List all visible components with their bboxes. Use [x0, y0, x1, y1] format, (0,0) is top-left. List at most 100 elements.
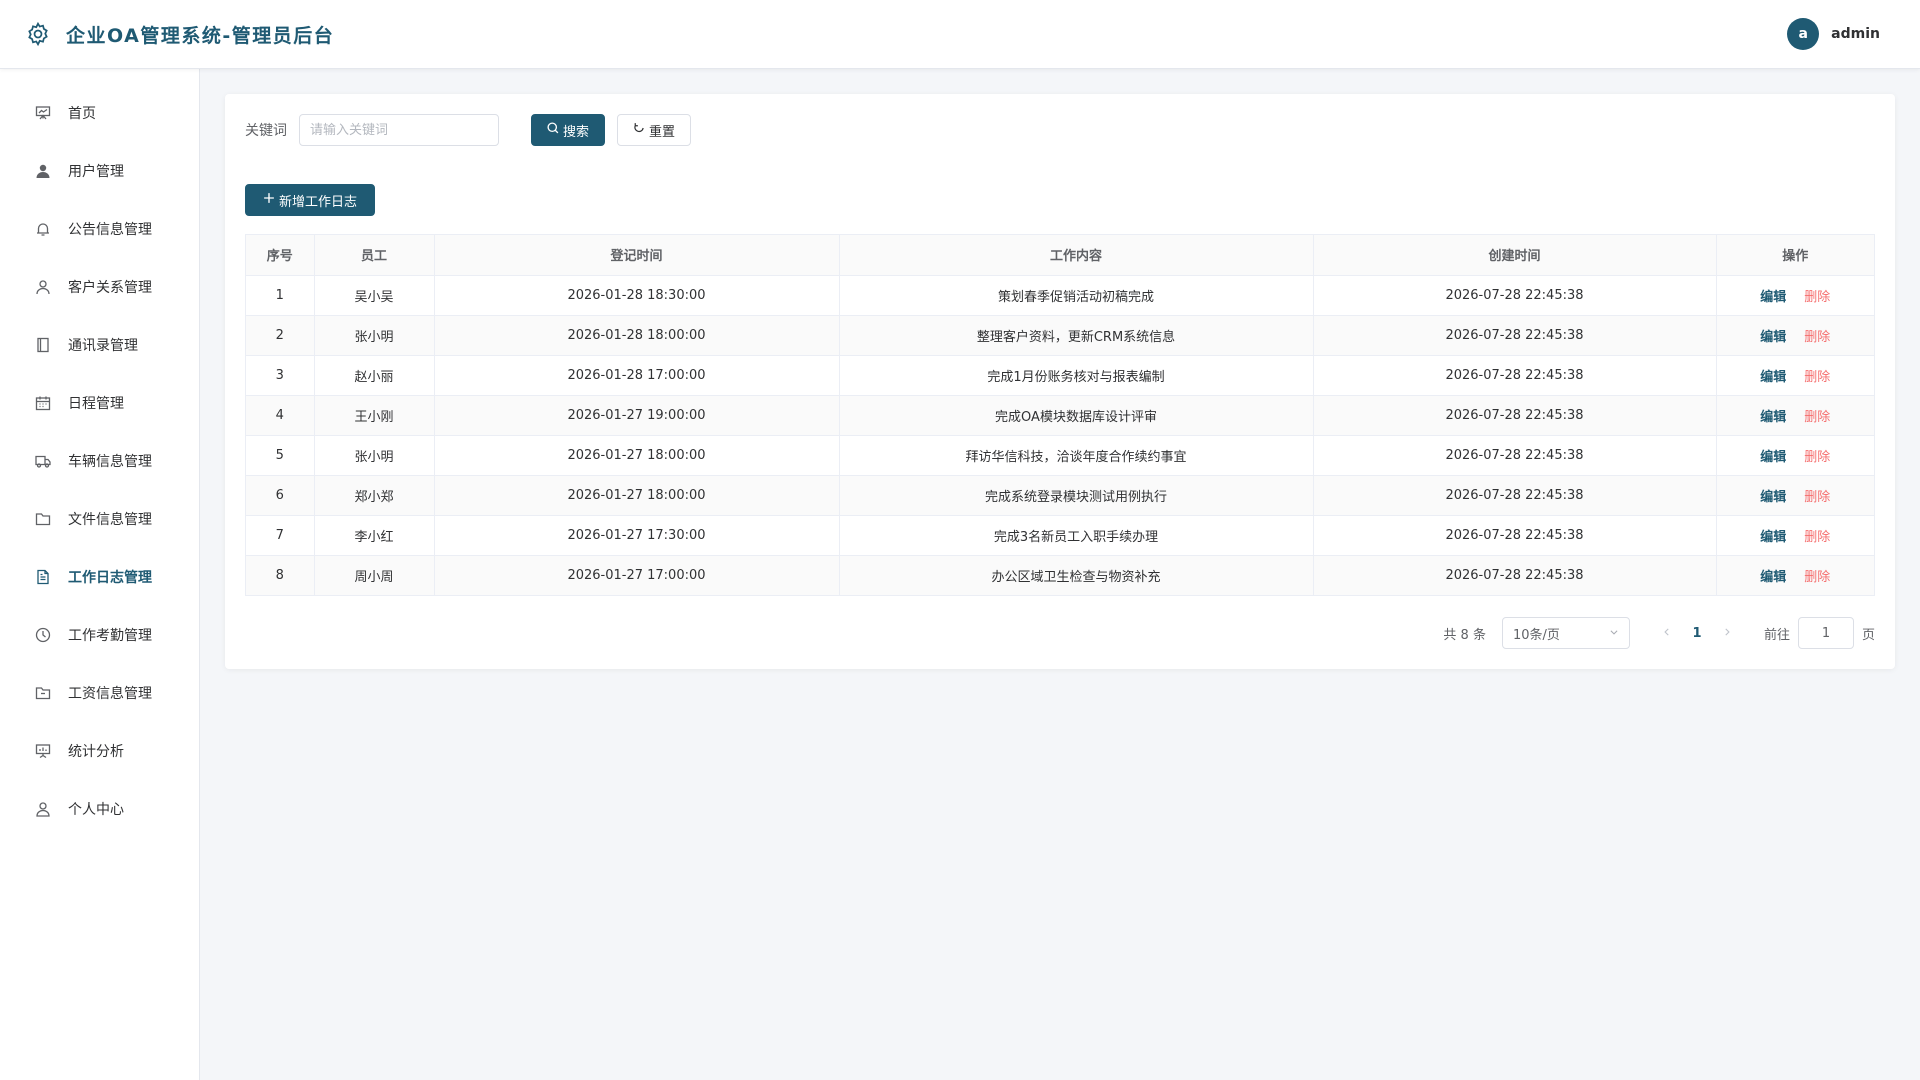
cell-content: 完成系统登录模块测试用例执行 — [839, 475, 1314, 516]
delete-button[interactable]: 删除 — [1804, 530, 1830, 545]
sidebar-item-vehicles[interactable]: 车辆信息管理 — [0, 432, 199, 490]
table-row: 1 吴小吴 2026-01-28 18:30:00 策划春季促销活动初稿完成 2026-… — [246, 275, 1874, 316]
cell-employee: 周小周 — [314, 555, 435, 595]
cell-index: 5 — [246, 435, 315, 476]
table-body: 1 吴小吴 2026-01-28 18:30:00 策划春季促销活动初稿完成 2026-… — [246, 275, 1874, 595]
sidebar-item-users[interactable]: 用户管理 — [0, 142, 199, 200]
reset-button-label: 重置 — [648, 124, 675, 140]
table-header-row: 序号 员工 登记时间 工作内容 创建时间 操作 — [246, 235, 1874, 276]
page-unit-label: 页 — [1861, 627, 1875, 643]
sidebar-item-label: 文件信息管理 — [68, 512, 152, 528]
search-button[interactable]: 搜索 — [531, 114, 605, 146]
cell-employee: 李小红 — [314, 515, 435, 556]
plus-icon — [263, 192, 275, 208]
goto-page-input[interactable] — [1797, 617, 1854, 649]
delete-button[interactable]: 删除 — [1804, 330, 1830, 345]
cell-created: 2026-07-28 22:45:38 — [1313, 355, 1717, 396]
edit-button[interactable]: 编辑 — [1760, 570, 1786, 585]
sidebar-item-label: 车辆信息管理 — [68, 454, 152, 470]
cell-content: 策划春季促销活动初稿完成 — [839, 275, 1314, 316]
delete-button[interactable]: 删除 — [1804, 490, 1830, 505]
cell-actions: 编辑 删除 — [1716, 395, 1874, 436]
edit-button[interactable]: 编辑 — [1760, 330, 1786, 345]
sidebar-item-label: 统计分析 — [68, 744, 124, 760]
sidebar-item-home[interactable]: 首页 — [0, 84, 199, 142]
sidebar-item-worklogs[interactable]: 工作日志管理 — [0, 548, 199, 606]
cell-created: 2026-07-28 22:45:38 — [1313, 475, 1717, 516]
user-name[interactable]: admin — [1831, 26, 1880, 42]
cell-created: 2026-07-28 22:45:38 — [1313, 515, 1717, 556]
edit-button[interactable]: 编辑 — [1760, 290, 1786, 305]
pagination-total: 共 8 条 — [1443, 627, 1486, 643]
cell-register-time: 2026-01-28 18:00:00 — [434, 315, 840, 356]
edit-button[interactable]: 编辑 — [1760, 370, 1786, 385]
column-header-content: 工作内容 — [839, 235, 1314, 276]
pagination: 共 8 条 10条/页 1 前往 页 — [1443, 617, 1875, 649]
cell-actions: 编辑 删除 — [1716, 555, 1874, 595]
sidebar-item-contacts[interactable]: 通讯录管理 — [0, 316, 199, 374]
cell-employee: 郑小郑 — [314, 475, 435, 516]
gear-icon — [24, 20, 52, 48]
sidebar-item-label: 工资信息管理 — [68, 686, 152, 702]
cell-index: 4 — [246, 395, 315, 436]
sidebar-item-schedule[interactable]: 日程管理 — [0, 374, 199, 432]
user-menu[interactable]: a admin — [1787, 18, 1896, 50]
app-title: 企业OA管理系统-管理员后台 — [66, 24, 335, 47]
sidebar-item-customers[interactable]: 客户关系管理 — [0, 258, 199, 316]
sidebar-item-files[interactable]: 文件信息管理 — [0, 490, 199, 548]
chevron-right-icon — [1725, 627, 1730, 636]
sidebar-item-label: 公告信息管理 — [68, 222, 152, 238]
column-header-index: 序号 — [246, 235, 315, 276]
cell-employee: 赵小丽 — [314, 355, 435, 396]
edit-button[interactable]: 编辑 — [1760, 530, 1786, 545]
prev-page-button[interactable] — [1652, 626, 1682, 641]
page-number-current[interactable]: 1 — [1682, 626, 1712, 641]
avatar[interactable]: a — [1787, 18, 1820, 50]
search-icon — [547, 122, 559, 138]
reset-button[interactable]: 重置 — [617, 114, 691, 146]
cell-index: 8 — [246, 555, 315, 595]
cell-content: 完成1月份账务核对与报表编制 — [839, 355, 1314, 396]
calendar-icon — [34, 394, 52, 412]
table-row: 7 李小红 2026-01-27 17:30:00 完成3名新员工入职手续办理 2026… — [246, 515, 1874, 556]
delete-button[interactable]: 删除 — [1804, 290, 1830, 305]
chart-board-icon — [34, 742, 52, 760]
page-size-select[interactable]: 10条/页 — [1501, 617, 1630, 649]
cell-register-time: 2026-01-27 18:00:00 — [434, 435, 840, 476]
edit-button[interactable]: 编辑 — [1760, 410, 1786, 425]
table-row: 2 张小明 2026-01-28 18:00:00 整理客户资料，更新CRM系统信息 2… — [246, 315, 1874, 356]
delete-button[interactable]: 删除 — [1804, 570, 1830, 585]
clock-icon — [34, 626, 52, 644]
sidebar-item-profile[interactable]: 个人中心 — [0, 780, 199, 838]
table-row: 5 张小明 2026-01-27 18:00:00 拜访华信科技，洽谈年度合作续约事宜… — [246, 435, 1874, 476]
delete-button[interactable]: 删除 — [1804, 410, 1830, 425]
table-row: 8 周小周 2026-01-27 17:00:00 办公区域卫生检查与物资补充 2026… — [246, 555, 1874, 595]
cell-employee: 吴小吴 — [314, 275, 435, 316]
sidebar-item-salary[interactable]: 工资信息管理 — [0, 664, 199, 722]
cell-register-time: 2026-01-27 17:30:00 — [434, 515, 840, 556]
folder-opened-icon — [34, 684, 52, 702]
add-worklog-label: 新增工作日志 — [278, 194, 357, 210]
cell-employee: 张小明 — [314, 315, 435, 356]
sidebar-item-label: 工作日志管理 — [68, 570, 152, 586]
sidebar-item-notices[interactable]: 公告信息管理 — [0, 200, 199, 258]
goto-label: 前往 — [1763, 627, 1790, 643]
sidebar-item-statistics[interactable]: 统计分析 — [0, 722, 199, 780]
keyword-input[interactable] — [299, 114, 499, 146]
user-profile-icon — [34, 800, 52, 818]
user-outline-icon — [34, 278, 52, 296]
table-row: 6 郑小郑 2026-01-27 18:00:00 完成系统登录模块测试用例执行 202… — [246, 475, 1874, 516]
cell-register-time: 2026-01-27 19:00:00 — [434, 395, 840, 436]
edit-button[interactable]: 编辑 — [1760, 490, 1786, 505]
sidebar-item-label: 日程管理 — [68, 396, 124, 412]
sidebar-item-attendance[interactable]: 工作考勤管理 — [0, 606, 199, 664]
edit-button[interactable]: 编辑 — [1760, 450, 1786, 465]
delete-button[interactable]: 删除 — [1804, 450, 1830, 465]
cell-actions: 编辑 删除 — [1716, 355, 1874, 396]
cell-index: 3 — [246, 355, 315, 396]
cell-created: 2026-07-28 22:45:38 — [1313, 555, 1717, 595]
delete-button[interactable]: 删除 — [1804, 370, 1830, 385]
add-worklog-button[interactable]: 新增工作日志 — [245, 184, 375, 216]
next-page-button[interactable] — [1712, 626, 1742, 641]
cell-created: 2026-07-28 22:45:38 — [1313, 315, 1717, 356]
